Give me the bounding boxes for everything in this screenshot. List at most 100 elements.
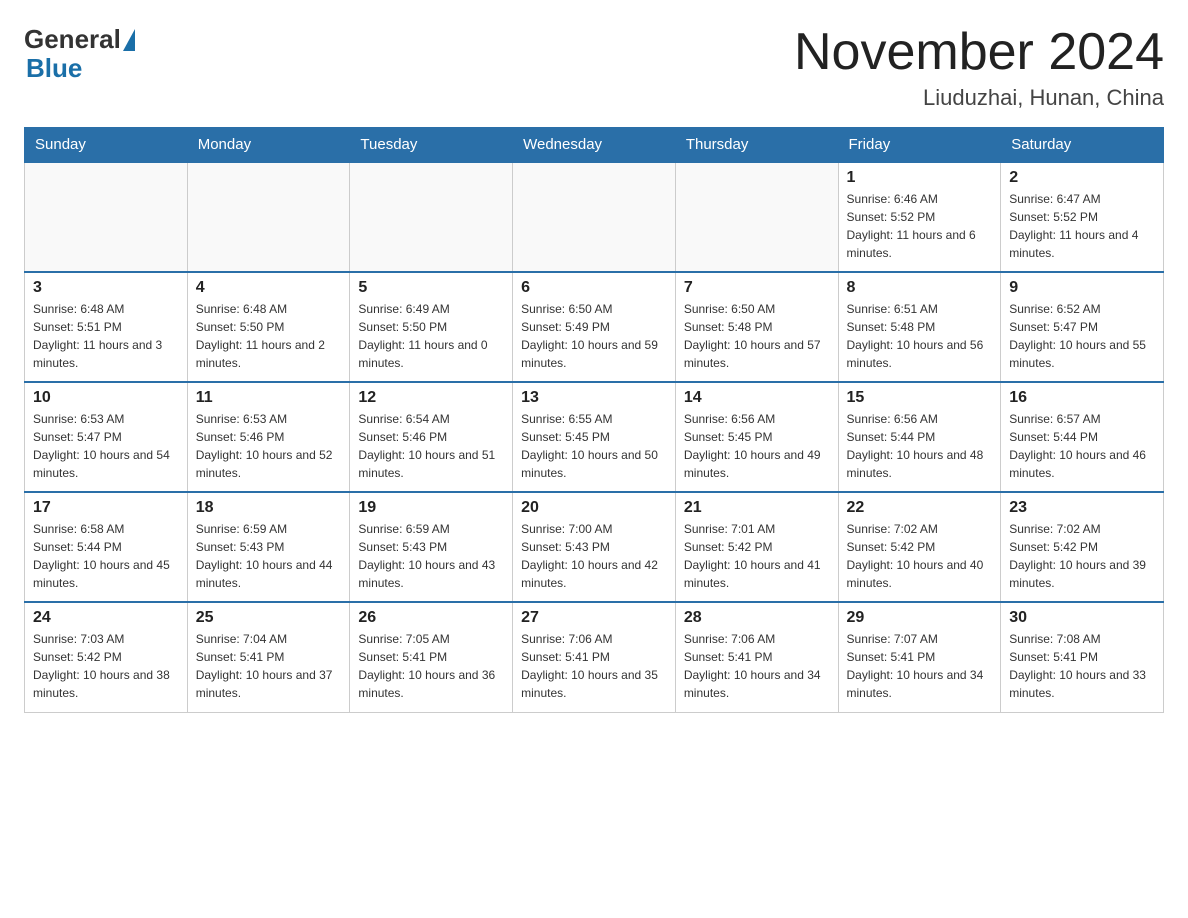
day-number: 24 <box>33 609 179 627</box>
calendar-cell: 11Sunrise: 6:53 AM Sunset: 5:46 PM Dayli… <box>187 382 350 492</box>
logo-area: General Blue <box>24 24 137 84</box>
calendar-cell: 1 Sunrise: 6:46 AM Sunset: 5:52 PM Daylig… <box>838 162 1001 272</box>
calendar-cell <box>513 162 676 272</box>
logo-triangle-icon <box>123 29 135 51</box>
day-number: 25 <box>196 609 342 627</box>
calendar-week-row: 17 Sunrise: 6:58 AM Sunset: 5:44 PM Dayli… <box>25 492 1164 602</box>
day-info: Sunrise: 6:52 AM Sunset: 5:47 PM Dayligh… <box>1009 300 1155 372</box>
day-info: Sunrise: 6:51 AM Sunset: 5:48 PM Dayligh… <box>847 300 993 372</box>
calendar-cell: 9Sunrise: 6:52 AM Sunset: 5:47 PM Daylig… <box>1001 272 1164 382</box>
calendar-week-row: 10 Sunrise: 6:53 AM Sunset: 5:47 PM Dayli… <box>25 382 1164 492</box>
calendar-cell <box>25 162 188 272</box>
day-info: Sunrise: 6:49 AM Sunset: 5:50 PM Dayligh… <box>358 300 504 372</box>
day-info: Sunrise: 6:53 AM Sunset: 5:46 PM Dayligh… <box>196 410 342 482</box>
day-number: 2 <box>1009 169 1155 187</box>
day-number: 16 <box>1009 389 1155 407</box>
day-info: Sunrise: 6:47 AM Sunset: 5:52 PM Dayligh… <box>1009 190 1155 262</box>
logo: General <box>24 24 137 55</box>
day-info: Sunrise: 6:54 AM Sunset: 5:46 PM Dayligh… <box>358 410 504 482</box>
day-number: 14 <box>684 389 830 407</box>
day-number: 26 <box>358 609 504 627</box>
day-info: Sunrise: 6:50 AM Sunset: 5:49 PM Dayligh… <box>521 300 667 372</box>
header-sunday: Sunday <box>25 128 188 163</box>
day-info: Sunrise: 7:06 AM Sunset: 5:41 PM Dayligh… <box>684 630 830 702</box>
logo-blue-text: Blue <box>24 53 82 84</box>
day-info: Sunrise: 7:02 AM Sunset: 5:42 PM Dayligh… <box>847 520 993 592</box>
day-number: 10 <box>33 389 179 407</box>
day-number: 21 <box>684 499 830 517</box>
calendar-cell: 19 Sunrise: 6:59 AM Sunset: 5:43 PM Dayli… <box>350 492 513 602</box>
day-info: Sunrise: 6:46 AM Sunset: 5:52 PM Dayligh… <box>847 190 993 262</box>
calendar-title: November 2024 <box>794 24 1164 81</box>
day-info: Sunrise: 6:57 AM Sunset: 5:44 PM Dayligh… <box>1009 410 1155 482</box>
header-thursday: Thursday <box>675 128 838 163</box>
day-info: Sunrise: 6:58 AM Sunset: 5:44 PM Dayligh… <box>33 520 179 592</box>
day-info: Sunrise: 6:55 AM Sunset: 5:45 PM Dayligh… <box>521 410 667 482</box>
weekday-header-row: Sunday Monday Tuesday Wednesday Thursday… <box>25 128 1164 163</box>
day-number: 7 <box>684 279 830 297</box>
day-info: Sunrise: 7:07 AM Sunset: 5:41 PM Dayligh… <box>847 630 993 702</box>
calendar-cell: 12 Sunrise: 6:54 AM Sunset: 5:46 PM Dayli… <box>350 382 513 492</box>
day-number: 1 <box>847 169 993 187</box>
calendar-cell <box>350 162 513 272</box>
calendar-week-row: 24 Sunrise: 7:03 AM Sunset: 5:42 PM Dayli… <box>25 602 1164 712</box>
calendar-cell: 27Sunrise: 7:06 AM Sunset: 5:41 PM Dayli… <box>513 602 676 712</box>
day-info: Sunrise: 7:04 AM Sunset: 5:41 PM Dayligh… <box>196 630 342 702</box>
calendar-cell: 26 Sunrise: 7:05 AM Sunset: 5:41 PM Dayli… <box>350 602 513 712</box>
calendar-cell: 23Sunrise: 7:02 AM Sunset: 5:42 PM Dayli… <box>1001 492 1164 602</box>
day-number: 22 <box>847 499 993 517</box>
calendar-table: Sunday Monday Tuesday Wednesday Thursday… <box>24 127 1164 713</box>
calendar-cell: 30 Sunrise: 7:08 AM Sunset: 5:41 PM Dayli… <box>1001 602 1164 712</box>
day-info: Sunrise: 6:56 AM Sunset: 5:44 PM Dayligh… <box>847 410 993 482</box>
day-number: 27 <box>521 609 667 627</box>
day-info: Sunrise: 6:59 AM Sunset: 5:43 PM Dayligh… <box>358 520 504 592</box>
header-wednesday: Wednesday <box>513 128 676 163</box>
day-number: 4 <box>196 279 342 297</box>
title-area: November 2024 Liuduzhai, Hunan, China <box>794 24 1164 111</box>
calendar-cell: 29 Sunrise: 7:07 AM Sunset: 5:41 PM Dayli… <box>838 602 1001 712</box>
calendar-week-row: 3 Sunrise: 6:48 AM Sunset: 5:51 PM Daylig… <box>25 272 1164 382</box>
calendar-cell: 24 Sunrise: 7:03 AM Sunset: 5:42 PM Dayli… <box>25 602 188 712</box>
calendar-cell <box>675 162 838 272</box>
day-number: 15 <box>847 389 993 407</box>
day-number: 20 <box>521 499 667 517</box>
day-number: 28 <box>684 609 830 627</box>
day-number: 17 <box>33 499 179 517</box>
day-number: 29 <box>847 609 993 627</box>
day-info: Sunrise: 6:53 AM Sunset: 5:47 PM Dayligh… <box>33 410 179 482</box>
day-number: 6 <box>521 279 667 297</box>
calendar-cell: 8 Sunrise: 6:51 AM Sunset: 5:48 PM Daylig… <box>838 272 1001 382</box>
calendar-cell: 22 Sunrise: 7:02 AM Sunset: 5:42 PM Dayli… <box>838 492 1001 602</box>
calendar-cell: 20Sunrise: 7:00 AM Sunset: 5:43 PM Dayli… <box>513 492 676 602</box>
day-number: 8 <box>847 279 993 297</box>
day-number: 30 <box>1009 609 1155 627</box>
calendar-cell: 3 Sunrise: 6:48 AM Sunset: 5:51 PM Daylig… <box>25 272 188 382</box>
day-number: 19 <box>358 499 504 517</box>
day-number: 3 <box>33 279 179 297</box>
day-info: Sunrise: 7:08 AM Sunset: 5:41 PM Dayligh… <box>1009 630 1155 702</box>
day-info: Sunrise: 7:01 AM Sunset: 5:42 PM Dayligh… <box>684 520 830 592</box>
day-number: 13 <box>521 389 667 407</box>
day-info: Sunrise: 6:56 AM Sunset: 5:45 PM Dayligh… <box>684 410 830 482</box>
calendar-cell: 14 Sunrise: 6:56 AM Sunset: 5:45 PM Dayli… <box>675 382 838 492</box>
day-number: 23 <box>1009 499 1155 517</box>
calendar-cell: 7Sunrise: 6:50 AM Sunset: 5:48 PM Daylig… <box>675 272 838 382</box>
logo-general-text: General <box>24 24 121 55</box>
day-info: Sunrise: 6:48 AM Sunset: 5:50 PM Dayligh… <box>196 300 342 372</box>
day-info: Sunrise: 6:59 AM Sunset: 5:43 PM Dayligh… <box>196 520 342 592</box>
day-info: Sunrise: 7:05 AM Sunset: 5:41 PM Dayligh… <box>358 630 504 702</box>
day-number: 18 <box>196 499 342 517</box>
calendar-subtitle: Liuduzhai, Hunan, China <box>794 85 1164 111</box>
day-number: 12 <box>358 389 504 407</box>
calendar-cell: 25 Sunrise: 7:04 AM Sunset: 5:41 PM Dayli… <box>187 602 350 712</box>
calendar-cell: 21 Sunrise: 7:01 AM Sunset: 5:42 PM Dayli… <box>675 492 838 602</box>
header: General Blue November 2024 Liuduzhai, Hu… <box>24 24 1164 111</box>
calendar-cell: 4 Sunrise: 6:48 AM Sunset: 5:50 PM Daylig… <box>187 272 350 382</box>
calendar-cell: 16 Sunrise: 6:57 AM Sunset: 5:44 PM Dayli… <box>1001 382 1164 492</box>
day-info: Sunrise: 6:48 AM Sunset: 5:51 PM Dayligh… <box>33 300 179 372</box>
calendar-cell: 18 Sunrise: 6:59 AM Sunset: 5:43 PM Dayli… <box>187 492 350 602</box>
calendar-cell: 5Sunrise: 6:49 AM Sunset: 5:50 PM Daylig… <box>350 272 513 382</box>
calendar-cell: 17 Sunrise: 6:58 AM Sunset: 5:44 PM Dayli… <box>25 492 188 602</box>
calendar-cell <box>187 162 350 272</box>
day-info: Sunrise: 7:03 AM Sunset: 5:42 PM Dayligh… <box>33 630 179 702</box>
